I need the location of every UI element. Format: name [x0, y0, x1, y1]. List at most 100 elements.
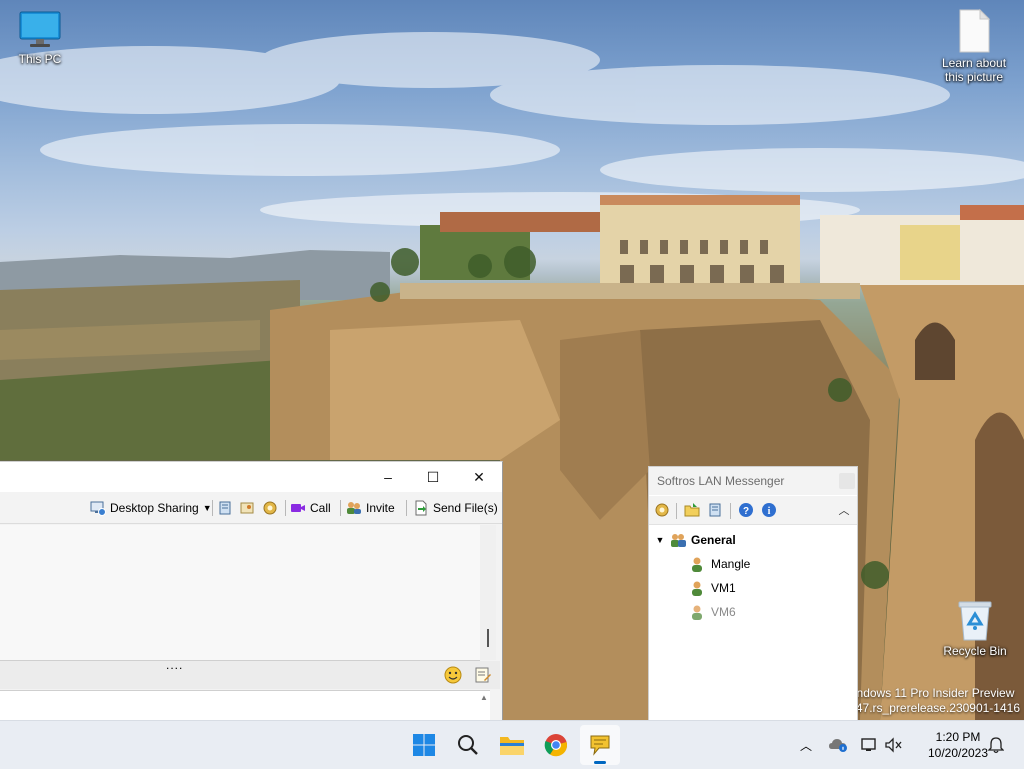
desktop-sharing-button[interactable]: Desktop Sharing ▼	[90, 497, 212, 519]
softros-messenger-button[interactable]	[580, 725, 620, 765]
start-button[interactable]	[404, 725, 444, 765]
chrome-button[interactable]	[536, 725, 576, 765]
message-input[interactable]: ▲	[0, 690, 490, 722]
messenger-bubble-icon	[590, 735, 610, 756]
search-icon	[458, 735, 478, 755]
svg-text:?: ?	[743, 506, 749, 517]
contact-card-icon	[240, 502, 254, 514]
chat-titlebar[interactable]: – ☐ ✕	[0, 462, 502, 492]
gear-icon	[263, 501, 277, 515]
send-file-icon	[415, 500, 427, 516]
info-icon: i	[762, 503, 776, 517]
recycle-bin-icon	[955, 598, 995, 642]
toolbar-divider	[676, 503, 677, 519]
contacts-button[interactable]	[239, 497, 255, 519]
group-name: General	[691, 533, 736, 547]
desktop-sharing-label: Desktop Sharing	[110, 501, 199, 515]
close-button[interactable]: ✕	[456, 462, 502, 492]
taskbar: ︿ 1:20 PM 10/20/2023	[0, 720, 1024, 769]
emoji-button[interactable]	[444, 666, 462, 684]
send-files-label: Send File(s)	[433, 501, 498, 515]
video-camera-icon	[291, 504, 305, 512]
network-icon	[861, 738, 876, 751]
onedrive-tray-button[interactable]	[828, 735, 848, 755]
desktop-icon-this-pc[interactable]: This PC	[0, 10, 80, 66]
chevron-up-icon: ︿	[838, 505, 850, 517]
chat-window[interactable]: – ☐ ✕ Desktop Sharing ▼ Call Invite Send…	[0, 461, 503, 722]
close-icon: ✕	[473, 468, 485, 485]
tree-user-mangle[interactable]: Mangle	[690, 553, 750, 575]
network-tray-button[interactable]	[860, 735, 880, 755]
windows-logo-icon	[413, 734, 435, 756]
message-scrollbar[interactable]	[480, 525, 496, 660]
tree-group-general[interactable]: ▼ General	[653, 529, 736, 551]
notifications-button[interactable]	[986, 735, 1006, 755]
gear-icon	[655, 503, 669, 517]
desktop-icon-recycle-bin[interactable]: Recycle Bin	[935, 598, 1015, 658]
lan-help-button[interactable]: ?	[737, 501, 755, 519]
toolbar-divider	[730, 503, 731, 519]
note-edit-icon	[475, 667, 491, 683]
lan-collapse-toolbar-button[interactable]: ︿	[835, 501, 853, 519]
lan-history-button[interactable]	[706, 501, 724, 519]
bell-icon	[988, 737, 1004, 754]
lan-open-folder-button[interactable]	[683, 501, 701, 519]
toolbar-divider	[340, 500, 341, 516]
scrollbar-thumb[interactable]	[487, 629, 489, 647]
lan-titlebar[interactable]: Softros LAN Messenger	[649, 467, 857, 495]
search-button[interactable]	[448, 725, 488, 765]
user-name: VM1	[711, 581, 736, 595]
minimize-button[interactable]: –	[365, 462, 411, 492]
lan-settings-button[interactable]	[653, 501, 671, 519]
message-options-button[interactable]	[474, 666, 492, 684]
file-explorer-button[interactable]	[492, 725, 532, 765]
send-files-button[interactable]: Send File(s)	[413, 497, 498, 519]
smiley-icon	[444, 666, 462, 684]
tree-user-vm6[interactable]: VM6	[690, 601, 736, 623]
lan-toolbar: ? i ︿	[649, 496, 857, 525]
lan-messenger-window[interactable]: Softros LAN Messenger ? i ︿ ▼ General Ma…	[648, 466, 858, 722]
chevron-down-icon: ▼	[202, 503, 212, 513]
document-icon	[956, 8, 992, 54]
desktop-icon-learn-about-picture[interactable]: Learn about this picture	[934, 8, 1014, 84]
input-scroll-up-icon[interactable]: ▲	[480, 693, 488, 702]
lan-window-title: Softros LAN Messenger	[657, 474, 785, 488]
call-label: Call	[310, 501, 331, 515]
toolbar-divider	[285, 500, 286, 516]
history-book-icon	[709, 503, 721, 517]
user-name: Mangle	[711, 557, 751, 571]
volume-muted-icon	[885, 737, 902, 753]
desktop-icon-label: Recycle Bin	[943, 644, 1007, 658]
folder-icon	[500, 737, 524, 755]
toolbar-divider	[212, 500, 213, 516]
maximize-icon: ☐	[426, 468, 440, 485]
chat-toolbar: Desktop Sharing ▼ Call Invite Send File(…	[0, 493, 502, 524]
invite-button[interactable]: Invite	[346, 497, 395, 519]
tree-user-vm1[interactable]: VM1	[690, 577, 736, 599]
desktop-sharing-icon	[90, 501, 106, 516]
invite-label: Invite	[366, 501, 395, 515]
group-users-icon	[671, 534, 686, 547]
history-button[interactable]	[217, 497, 233, 519]
maximize-button[interactable]: ☐	[410, 462, 456, 492]
message-history-area[interactable]	[0, 525, 480, 661]
call-button[interactable]: Call	[290, 497, 331, 519]
show-hidden-icons-button[interactable]: ︿	[796, 735, 816, 755]
settings-button[interactable]	[262, 497, 278, 519]
user-online-icon	[692, 557, 702, 572]
invite-users-icon	[347, 502, 361, 514]
volume-tray-button[interactable]	[884, 735, 904, 755]
history-book-icon	[219, 501, 231, 515]
input-splitter[interactable]: ....	[0, 658, 500, 689]
chrome-icon	[544, 734, 568, 757]
minimize-icon: –	[384, 469, 392, 485]
watermark-line-2: 5947.rs_prerelease.230901-1416	[842, 701, 1020, 715]
watermark-line-1: Windows 11 Pro Insider Preview	[842, 686, 1015, 700]
lan-close-button[interactable]	[839, 473, 855, 489]
splitter-grip[interactable]: ....	[166, 658, 183, 672]
desktop-icon-label: This PC	[18, 52, 62, 66]
expand-chevron-icon[interactable]: ▼	[653, 535, 667, 545]
lan-about-button[interactable]: i	[760, 501, 778, 519]
folder-icon	[684, 503, 700, 517]
os-watermark: Windows 11 Pro Insider Preview 5947.rs_p…	[843, 686, 1020, 716]
